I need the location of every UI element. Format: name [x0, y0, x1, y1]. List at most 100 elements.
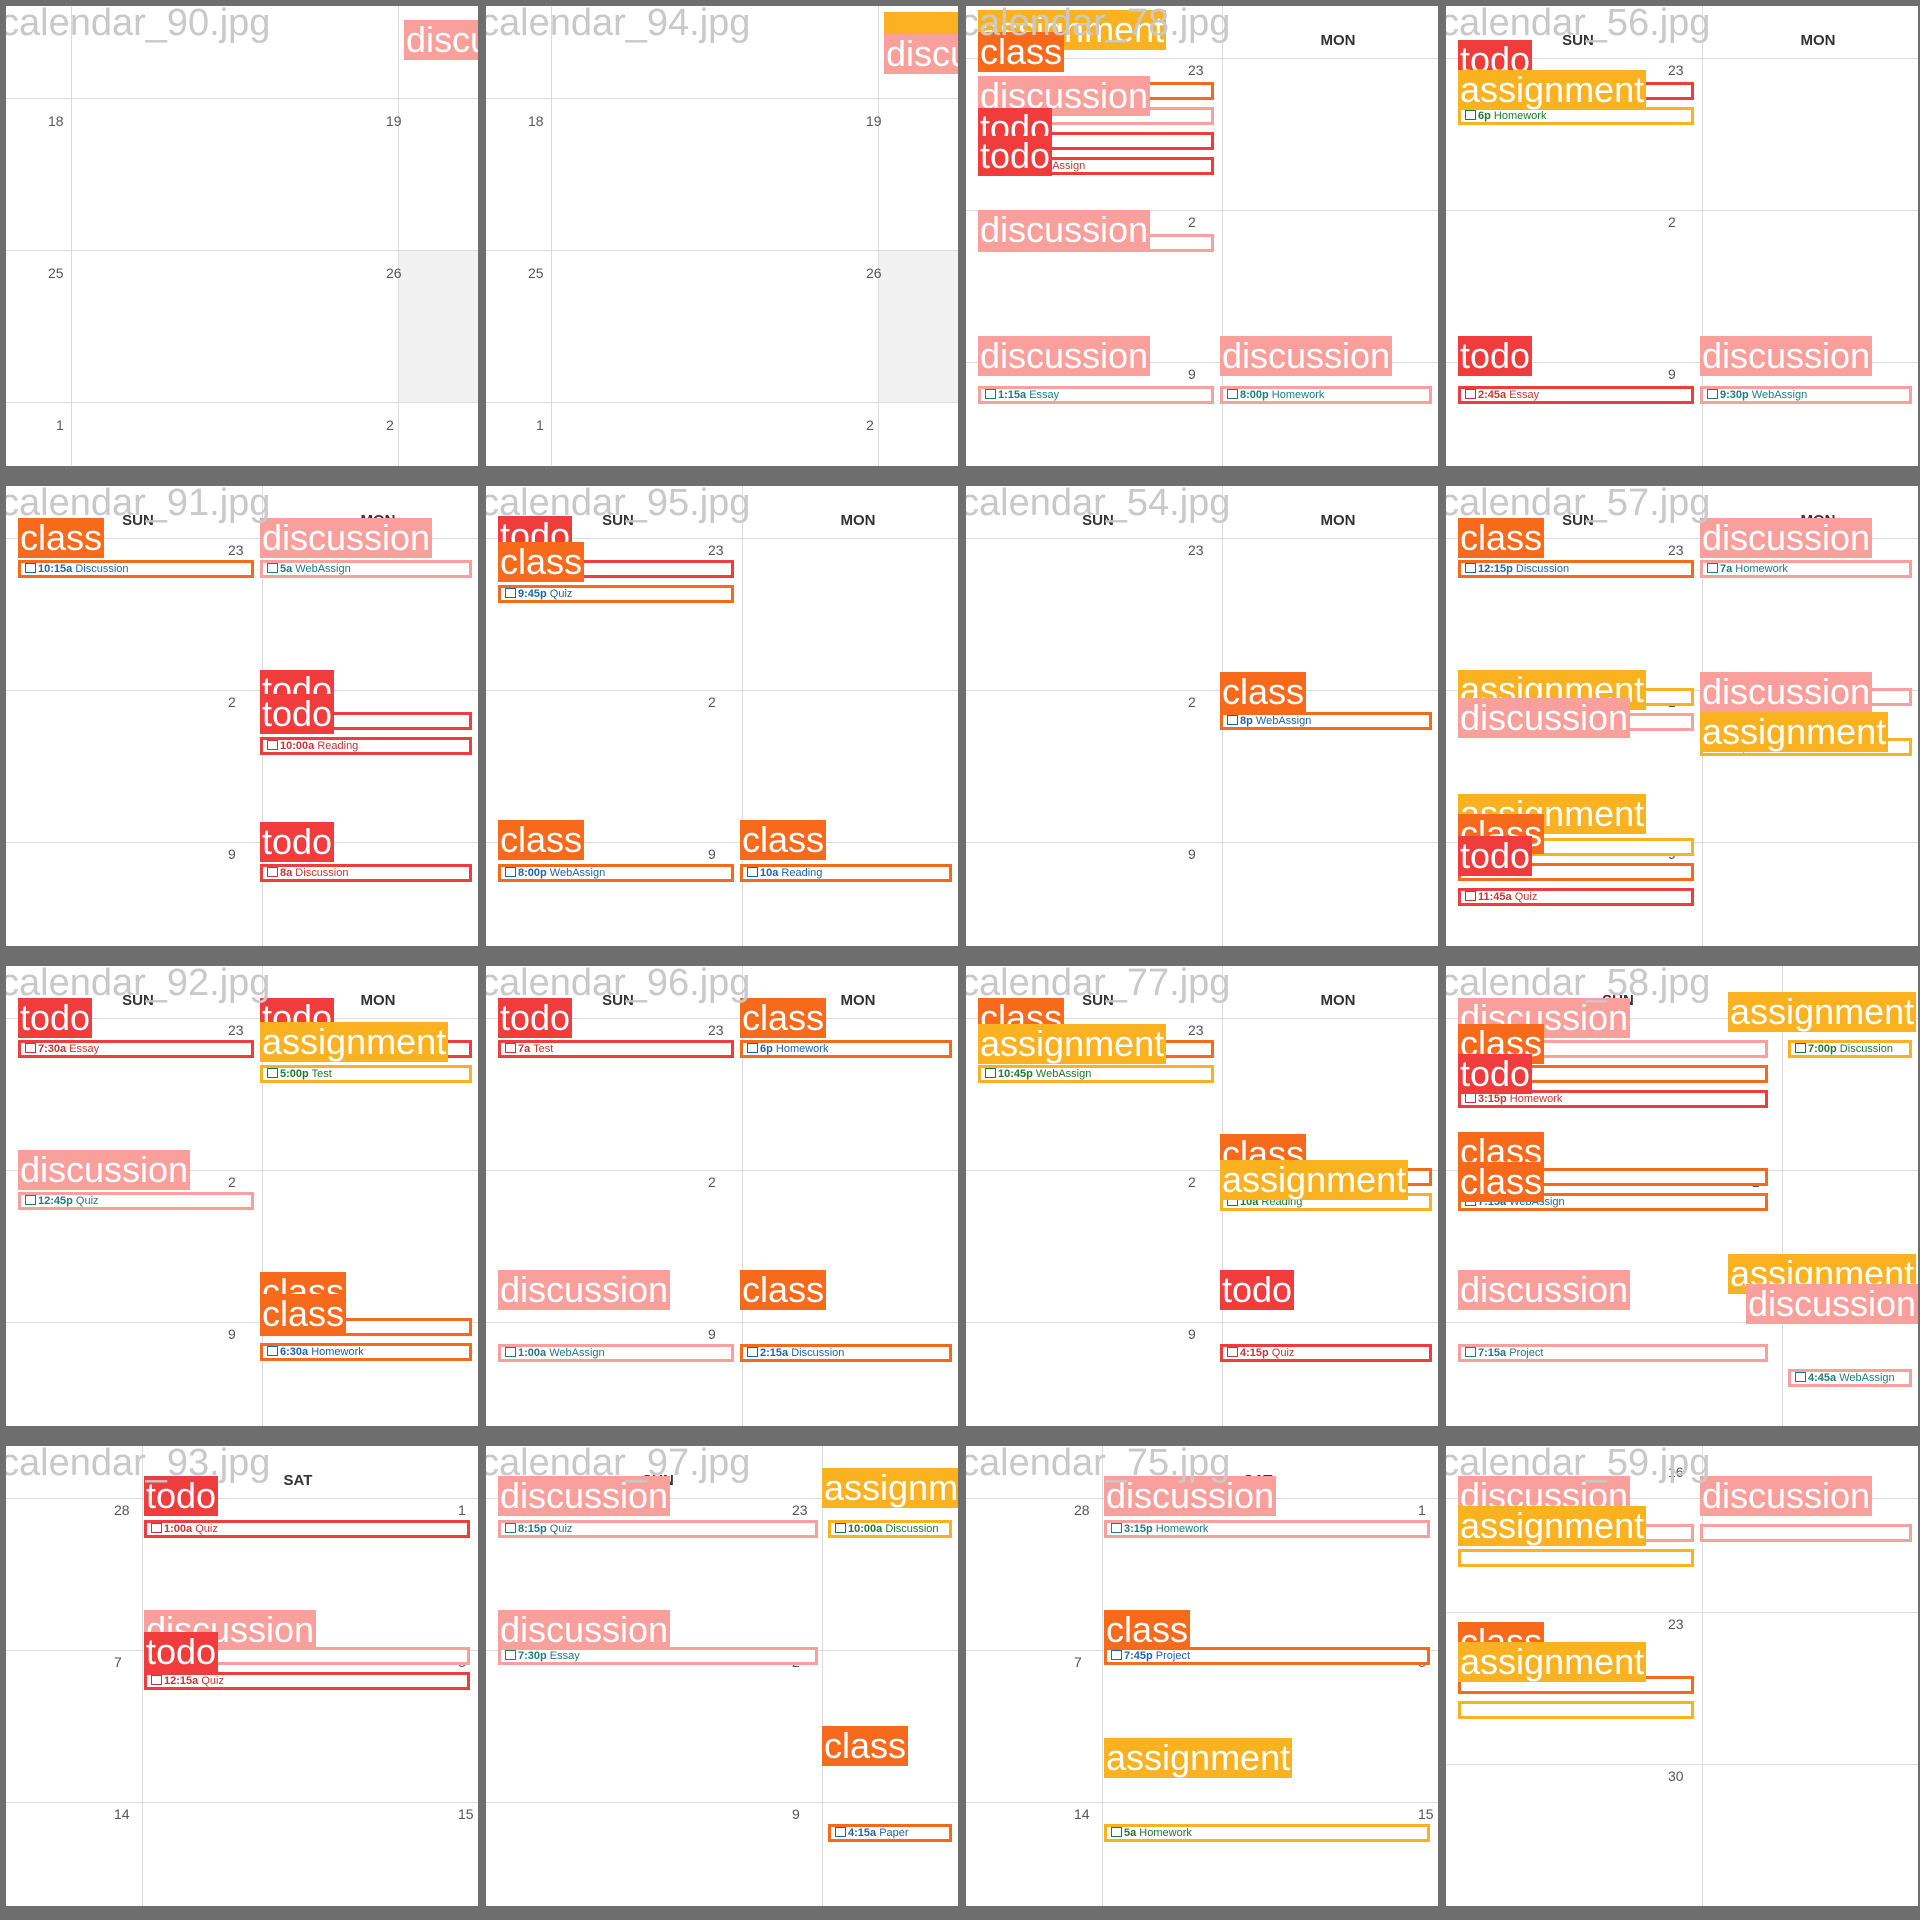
calendar-tile: SUNMON232912:15p Discussion7a Homework 5… — [1440, 480, 1920, 952]
day-number: 7 — [114, 1654, 122, 1670]
calendar-event[interactable]: 9:45p Quiz — [498, 585, 734, 603]
calendar-event[interactable]: 8:00p WebAssign — [498, 864, 734, 882]
event-icon — [25, 563, 36, 573]
calendar-event[interactable]: 1:00a Quiz — [144, 1520, 470, 1538]
event-icon — [267, 1068, 278, 1078]
event-icon — [505, 1523, 516, 1533]
calendar-event[interactable] — [1700, 1524, 1912, 1542]
calendar-event[interactable]: 3:15p Homework — [1104, 1520, 1430, 1538]
day-number: 14 — [114, 1806, 130, 1822]
tile-filename: calendar_59.jpg — [1440, 1442, 1711, 1484]
event-title: Quiz — [1268, 1347, 1295, 1359]
calendar-event[interactable] — [1458, 1549, 1694, 1567]
event-time: 4:15a — [848, 1827, 877, 1839]
calendar-event[interactable]: 10a Reading — [740, 864, 952, 882]
calendar-event[interactable]: 11:45a Quiz — [1458, 888, 1694, 906]
calendar-event[interactable]: 9:30p WebAssign — [1700, 386, 1912, 404]
calendar-tile: SUN2 7:00p Discussion ding3:15p Homework… — [1440, 960, 1920, 1432]
calendar-event[interactable]: 4:15p Quiz — [1220, 1344, 1432, 1362]
grid-line — [6, 402, 478, 403]
day-number: 2 — [708, 1174, 716, 1190]
event-title: Project — [1506, 1347, 1544, 1359]
annotation-label: discussion — [1700, 335, 1873, 376]
grid-line — [6, 1802, 478, 1803]
day-number: 28 — [114, 1502, 130, 1518]
annotation-label: todo — [260, 821, 335, 862]
calendar-tile: SUN MON 23 2 9 7:30a Essay 5:00p Test 12:45p Q… — [0, 960, 484, 1432]
annotation-label: todo — [978, 135, 1053, 176]
day-number: 9 — [1188, 366, 1196, 382]
event-icon — [505, 588, 516, 598]
annotation-label: class — [1104, 1609, 1191, 1650]
event-icon — [1111, 1523, 1122, 1533]
calendar-event[interactable]: 7a Homework — [1700, 560, 1912, 578]
event-time: 11:45a — [1478, 891, 1512, 903]
day-number: 28 — [1074, 1502, 1090, 1518]
event-icon — [505, 1043, 516, 1053]
calendar-event[interactable]: 8:00p Homework — [1220, 386, 1432, 404]
day-number: 23 — [1668, 542, 1684, 558]
calendar-event[interactable]: 7:00p Discussion — [1788, 1040, 1912, 1058]
calendar-tile: SUN MON 23 2 9 10:45p WebAssign 10a Reading 4… — [960, 960, 1444, 1432]
tile-filename: calendar_93.jpg — [0, 1442, 271, 1484]
calendar-event[interactable]: 12:15p Discussion — [1458, 560, 1694, 578]
event-icon — [1111, 1650, 1122, 1660]
calendar-event[interactable]: 1:15a Essay — [978, 386, 1214, 404]
day-number: 19 — [386, 113, 402, 129]
calendar-event[interactable]: 7:30a Essay — [18, 1040, 254, 1058]
annotation-label: class — [260, 1293, 347, 1334]
calendar-event[interactable] — [1458, 1701, 1694, 1719]
event-icon — [1227, 389, 1238, 399]
day-number: 2 — [1188, 694, 1196, 710]
day-number: 23 — [792, 1502, 808, 1518]
calendar-event[interactable]: 12:15a Quiz — [144, 1672, 470, 1690]
calendar-event[interactable]: 10:15a Discussion — [18, 560, 254, 578]
calendar-event[interactable]: 1:00a WebAssign — [498, 1344, 734, 1362]
day-number: 9 — [228, 1326, 236, 1342]
calendar-event[interactable]: 5a WebAssign — [260, 560, 472, 578]
day-number: 30 — [1668, 1768, 1684, 1784]
calendar-tile: SUN23298:15p Quiz10:00a Discussion7:30p … — [480, 1440, 964, 1912]
calendar-event[interactable]: 6:30a Homework — [260, 1343, 472, 1361]
calendar-event[interactable]: 2:45a Essay — [1458, 386, 1694, 404]
grid-line — [966, 538, 1438, 539]
event-time: 9:45p — [518, 588, 547, 600]
event-time: 3:15p — [1478, 1093, 1507, 1105]
event-time: 3:15p — [1124, 1523, 1153, 1535]
day-header: MON — [1800, 32, 1836, 49]
day-number: 2 — [1188, 214, 1196, 230]
calendar-event[interactable]: 6p Homework — [740, 1040, 952, 1058]
event-icon — [505, 1347, 516, 1357]
calendar-event[interactable]: 10:00a Discussion — [828, 1520, 952, 1538]
calendar-event[interactable]: 12:45p Quiz — [18, 1192, 254, 1210]
annotation-label: assignment — [1104, 1737, 1293, 1778]
calendar-event[interactable]: 7:15a Project — [1458, 1344, 1768, 1362]
day-number: 23 — [228, 1022, 244, 1038]
grid-line — [966, 1322, 1438, 1323]
weekend-shade — [878, 250, 958, 402]
calendar-event[interactable]: 4:45a WebAssign — [1788, 1369, 1912, 1387]
event-time: 10:00a — [280, 740, 315, 752]
calendar-tile: 162330 discussionassignmentdiscussioncla… — [1440, 1440, 1920, 1912]
calendar-event[interactable]: 8:15p Quiz — [498, 1520, 818, 1538]
calendar-event[interactable]: 8a Discussion — [260, 864, 472, 882]
grid-line — [486, 250, 958, 251]
calendar-event[interactable]: 5:00p Test — [260, 1065, 472, 1083]
calendar-event[interactable]: 4:15a Paper — [828, 1824, 952, 1842]
annotation-label: discussion — [260, 517, 433, 558]
calendar-event[interactable]: 10:00a Reading — [260, 737, 472, 755]
event-time: 6p — [760, 1043, 773, 1055]
calendar-event[interactable]: 8p WebAssign — [1220, 712, 1432, 730]
calendar-event[interactable]: 7a Test — [498, 1040, 734, 1058]
calendar-event[interactable]: 5a Homework — [1104, 1824, 1430, 1842]
calendar-event[interactable]: 2:15a Discussion — [740, 1344, 952, 1362]
calendar-event[interactable]: 10:45p WebAssign — [978, 1065, 1214, 1083]
day-number: 23 — [1668, 62, 1684, 78]
event-icon — [1465, 389, 1476, 399]
annotation-label: todo — [1458, 835, 1533, 876]
annotation-label: assignment — [1728, 991, 1917, 1032]
day-number: 23 — [1188, 62, 1204, 78]
day-header: SAT — [283, 1472, 313, 1489]
event-time: 9:30p — [1720, 389, 1749, 401]
event-title: Essay — [546, 1650, 580, 1662]
